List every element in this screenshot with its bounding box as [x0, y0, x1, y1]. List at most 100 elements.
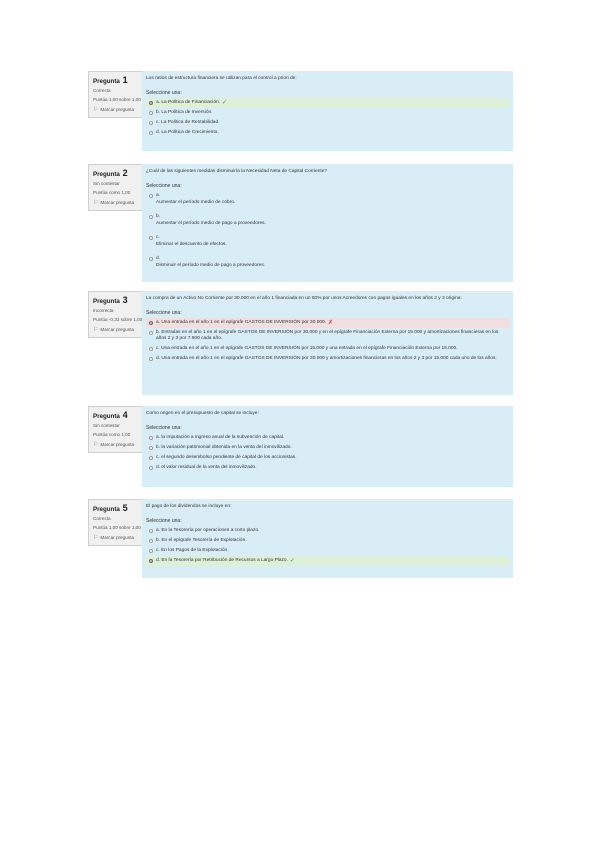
radio-button[interactable] — [149, 194, 153, 199]
answer-prompt: Seleccione una: — [146, 183, 182, 189]
radio-button[interactable] — [149, 100, 153, 105]
radio-button[interactable] — [149, 558, 153, 563]
answer-option-c[interactable]: c. En los Pagos de la Explotación. — [146, 546, 509, 556]
radio-button[interactable] — [149, 320, 153, 325]
answer-option-c[interactable]: c. Una entrada en el año 1 en el epígraf… — [146, 344, 509, 354]
question-content: ¿Cuál de las siguientes medidas disminui… — [142, 164, 513, 282]
question-number: Pregunta 1 — [93, 75, 128, 85]
answer-options: a. Aumentar el período medio de cobro. b.… — [146, 191, 509, 271]
radio-button[interactable] — [149, 465, 153, 470]
flag-question-button[interactable]: ⚐ Marcar pregunta — [93, 200, 143, 206]
question-info: Pregunta 2 Sin contestar Puntúa como 1,0… — [88, 164, 147, 211]
answer-option-d[interactable]: d. el valor residual de la venta del inm… — [146, 463, 509, 473]
question-text: La compra de un Activo No Corriente por … — [146, 296, 462, 301]
flag-question-button[interactable]: ⚐ Marcar pregunta — [93, 535, 143, 541]
radio-button[interactable] — [149, 356, 153, 361]
answer-prompt: Seleccione una: — [146, 310, 182, 316]
question-text: El pago de los dividendos se incluye en: — [146, 504, 232, 509]
radio-button[interactable] — [149, 445, 153, 450]
flag-icon: ⚐ — [93, 535, 99, 541]
question-grade: Puntúa 1,00 sobre 1,00 — [93, 97, 141, 102]
flag-label: Marcar pregunta — [100, 442, 135, 447]
answer-prompt: Seleccione una: — [146, 90, 182, 96]
question-grade: Puntúa como 1,00 — [93, 190, 131, 195]
flag-label: Marcar pregunta — [100, 200, 135, 205]
question-state: Sin contestar — [93, 423, 120, 428]
question-info: Pregunta 1 Correcta Puntúa 1,00 sobre 1,… — [88, 71, 147, 118]
radio-button[interactable] — [149, 330, 153, 335]
answer-option-b[interactable]: b. la variación patrimonial obtenida en … — [146, 443, 509, 453]
answer-option-b[interactable]: b. Entradas en el año 1 en el epígrafe G… — [146, 328, 509, 344]
answer-option-d[interactable]: d. Disminuir el período medio de pago a p… — [146, 254, 509, 271]
question-grade: Puntúa -0,33 sobre 1,00 — [93, 317, 143, 322]
answer-option-b[interactable]: b. Aumentar el período medio de pago a pr… — [146, 212, 509, 229]
question-content: Como origen en el presupuesto de capital… — [142, 406, 513, 487]
question-state: Correcta — [93, 516, 111, 521]
question-content: El pago de los dividendos se incluye en:… — [142, 499, 513, 578]
question-info: Pregunta 4 Sin contestar Puntúa como 1,0… — [88, 406, 147, 453]
radio-button[interactable] — [149, 110, 153, 115]
answer-option-c[interactable]: c. el segundo desembolso pendiente de ca… — [146, 453, 509, 463]
radio-button[interactable] — [149, 257, 153, 262]
radio-button[interactable] — [149, 528, 153, 533]
flag-label: Marcar pregunta — [100, 107, 135, 112]
radio-button[interactable] — [149, 120, 153, 125]
question-number: Pregunta 2 — [93, 168, 128, 178]
question-5: Pregunta 5 Correcta Puntúa 1,00 sobre 1,… — [88, 499, 513, 578]
question-content: Los ratios de estructura financiera se u… — [142, 71, 513, 151]
answer-prompt: Seleccione una: — [146, 425, 182, 431]
question-info: Pregunta 5 Correcta Puntúa 1,00 sobre 1,… — [88, 499, 147, 546]
question-1: Pregunta 1 Correcta Puntúa 1,00 sobre 1,… — [88, 71, 513, 151]
answer-options: a. En la Tesorería por operaciones a cor… — [146, 526, 509, 566]
answer-option-a[interactable]: a. La Política de Financiación. ✓ — [146, 98, 509, 108]
flag-icon: ⚐ — [93, 442, 99, 448]
radio-button[interactable] — [149, 346, 153, 351]
flag-icon: ⚐ — [93, 200, 99, 206]
radio-button[interactable] — [149, 548, 153, 553]
radio-button[interactable] — [149, 435, 153, 440]
radio-button[interactable] — [149, 130, 153, 135]
question-grade: Puntúa 1,00 sobre 1,00 — [93, 525, 141, 530]
question-text: ¿Cuál de las siguientes medidas disminui… — [146, 169, 328, 174]
question-state: Sin contestar — [93, 181, 120, 186]
answer-option-d[interactable]: d. En la Tesorería por Retribución de Re… — [146, 556, 509, 566]
flag-label: Marcar pregunta — [100, 535, 135, 540]
answer-option-d[interactable]: d. La Política de Crecimiento. — [146, 128, 509, 138]
checkmark-icon: ✓ — [222, 100, 228, 106]
answer-option-a[interactable]: a. Aumentar el período medio de cobro. — [146, 191, 509, 208]
answer-option-c[interactable]: c. La Política de Rentabilidad. — [146, 118, 509, 128]
cross-icon: ✗ — [328, 320, 334, 326]
flag-question-button[interactable]: ⚐ Marcar pregunta — [93, 327, 143, 333]
question-content: La compra de un Activo No Corriente por … — [142, 291, 513, 395]
question-state: Incorrecta — [93, 308, 114, 313]
answer-option-b[interactable]: b. La Política de Inversión. — [146, 108, 509, 118]
answer-options: a. la imputación a ingreso anual de la s… — [146, 433, 509, 473]
question-3: Pregunta 3 Incorrecta Puntúa -0,33 sobre… — [88, 291, 513, 395]
answer-option-a[interactable]: a. la imputación a ingreso anual de la s… — [146, 433, 509, 443]
question-4: Pregunta 4 Sin contestar Puntúa como 1,0… — [88, 406, 513, 487]
checkmark-icon: ✓ — [289, 558, 295, 564]
question-number: Pregunta 5 — [93, 503, 128, 513]
question-number: Pregunta 4 — [93, 410, 128, 420]
question-number: Pregunta 3 — [93, 295, 128, 305]
flag-label: Marcar pregunta — [100, 327, 135, 332]
radio-button[interactable] — [149, 538, 153, 543]
radio-button[interactable] — [149, 455, 153, 460]
answer-option-a[interactable]: a. En la Tesorería por operaciones a cor… — [146, 526, 509, 536]
radio-button[interactable] — [149, 215, 153, 220]
answer-option-a[interactable]: a. Una entrada en el año 1 en el epígraf… — [146, 318, 509, 328]
flag-question-button[interactable]: ⚐ Marcar pregunta — [93, 107, 143, 113]
answer-options: a. La Política de Financiación. ✓ b. La P… — [146, 98, 509, 138]
question-text: Los ratios de estructura financiera se u… — [146, 76, 297, 81]
question-2: Pregunta 2 Sin contestar Puntúa como 1,0… — [88, 164, 513, 282]
radio-button[interactable] — [149, 236, 153, 241]
answer-option-b[interactable]: b. En el epígrafe Tesorería de Explotaci… — [146, 536, 509, 546]
flag-icon: ⚐ — [93, 107, 99, 113]
answer-options: a. Una entrada en el año 1 en el epígraf… — [146, 318, 509, 364]
flag-question-button[interactable]: ⚐ Marcar pregunta — [93, 442, 143, 448]
answer-option-d[interactable]: d. Una entrada en el año 1 en el epígraf… — [146, 354, 509, 364]
answer-prompt: Seleccione una: — [146, 518, 182, 524]
answer-option-c[interactable]: c. Eliminar el descuento de efectos. — [146, 233, 509, 250]
question-info: Pregunta 3 Incorrecta Puntúa -0,33 sobre… — [88, 291, 147, 338]
question-state: Correcta — [93, 88, 111, 93]
